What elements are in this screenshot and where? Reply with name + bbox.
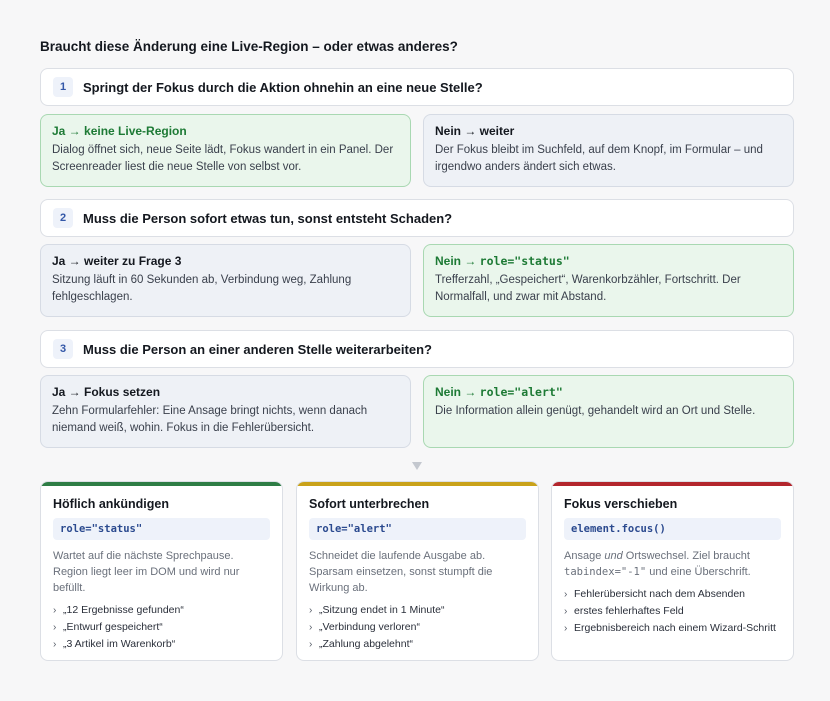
chevron-right-icon: › (309, 605, 313, 616)
answer-2-no: Nein → role="status" Trefferzahl, „Gespe… (423, 244, 794, 317)
card-accent-bar (297, 482, 538, 486)
chevron-right-icon: › (309, 622, 313, 633)
list-item: › Ergebnisbereich nach einem Wizard-Schri… (564, 620, 781, 637)
down-triangle-icon (412, 462, 422, 470)
card-examples: › Fehlerübersicht nach dem Absenden › erst… (564, 586, 781, 637)
answer-head: Nein → role="alert" (435, 385, 782, 399)
answer-head-code: role="alert" (479, 385, 563, 399)
question-text: Muss die Person an einer anderen Stelle … (83, 341, 432, 357)
card-description: Schneidet die laufende Ausgabe ab. Spars… (309, 550, 493, 594)
chevron-right-icon: › (564, 589, 568, 600)
answer-body: Die Information allein genügt, gehandelt… (435, 405, 756, 417)
card-code: role="status" (53, 518, 270, 540)
list-item: › „Zahlung abgelehnt“ (309, 636, 526, 653)
list-item: › „Verbindung verloren“ (309, 619, 526, 636)
answer-1-no: Nein → weiter Der Fokus bleibt im Suchfe… (423, 114, 794, 187)
answer-3-yes: Ja → Fokus setzen Zehn Formularfehler: E… (40, 375, 411, 448)
answer-head-prefix: Nein → (435, 254, 480, 268)
answer-1-yes: Ja → keine Live-Region Dialog öffnet sic… (40, 114, 411, 187)
page-title: Braucht diese Änderung eine Live-Region … (40, 39, 458, 54)
question-number: 2 (53, 208, 73, 228)
chevron-right-icon: › (53, 639, 57, 650)
chevron-right-icon: › (53, 622, 57, 633)
card-status: Höflich ankündigen role="status" Wartet … (40, 481, 283, 661)
list-item: › „Entwurf gespeichert“ (53, 619, 270, 636)
question-2: 2 Muss die Person sofort etwas tun, sons… (40, 199, 794, 237)
answer-head: Ja → keine Live-Region (52, 124, 187, 138)
card-focus: Fokus verschieben element.focus() Ansage… (551, 481, 794, 661)
answer-head-prefix: Nein → (435, 385, 480, 399)
chevron-right-icon: › (564, 623, 568, 634)
answer-3-no: Nein → role="alert" Die Information alle… (423, 375, 794, 448)
answer-body: Sitzung läuft in 60 Sekunden ab, Verbind… (52, 274, 352, 303)
list-item: › „12 Ergebnisse gefunden“ (53, 602, 270, 619)
card-accent-bar (552, 482, 793, 486)
card-title: Höflich ankündigen (53, 497, 169, 511)
list-item: › „Sitzung endet in 1 Minute“ (309, 602, 526, 619)
question-3: 3 Muss die Person an einer anderen Stell… (40, 330, 794, 368)
answer-body: Der Fokus bleibt im Suchfeld, auf dem Kn… (435, 144, 763, 173)
card-description: Ansage und Ortswechsel. Ziel braucht tab… (564, 550, 751, 578)
card-alert: Sofort unterbrechen role="alert" Schneid… (296, 481, 539, 661)
question-number: 1 (53, 77, 73, 97)
card-title: Fokus verschieben (564, 497, 678, 511)
chevron-right-icon: › (309, 639, 313, 650)
question-1: 1 Springt der Fokus durch die Aktion ohn… (40, 68, 794, 106)
answer-body: Zehn Formularfehler: Eine Ansage bringt … (52, 405, 368, 434)
answer-head: Nein → role="status" (435, 254, 782, 268)
card-accent-bar (41, 482, 282, 486)
card-examples: › „Sitzung endet in 1 Minute“ › „Verbindun… (309, 602, 526, 653)
question-number: 3 (53, 339, 73, 359)
chevron-right-icon: › (53, 605, 57, 616)
answer-head: Ja → weiter zu Frage 3 (52, 254, 182, 268)
card-title: Sofort unterbrechen (309, 497, 430, 511)
answer-2-yes: Ja → weiter zu Frage 3 Sitzung läuft in … (40, 244, 411, 317)
list-item: › „3 Artikel im Warenkorb“ (53, 636, 270, 653)
card-description: Wartet auf die nächste Sprechpause. Regi… (53, 550, 240, 594)
answer-head: Nein → weiter (435, 124, 515, 138)
chevron-right-icon: › (564, 606, 568, 617)
list-item: › Fehlerübersicht nach dem Absenden (564, 586, 781, 603)
answer-head: Ja → Fokus setzen (52, 385, 161, 399)
list-item: › erstes fehlerhaftes Feld (564, 603, 781, 620)
answer-head-code: role="status" (479, 254, 570, 268)
answer-body: Trefferzahl, „Gespeichert“, Warenkorbzäh… (435, 274, 741, 303)
card-examples: › „12 Ergebnisse gefunden“ › „Entwurf gesp… (53, 602, 270, 653)
card-code: element.focus() (564, 518, 781, 540)
question-text: Muss die Person sofort etwas tun, sonst … (83, 210, 453, 226)
answer-body: Dialog öffnet sich, neue Seite lädt, Fok… (52, 144, 394, 173)
question-text: Springt der Fokus durch die Aktion ohneh… (83, 79, 483, 95)
card-code: role="alert" (309, 518, 526, 540)
